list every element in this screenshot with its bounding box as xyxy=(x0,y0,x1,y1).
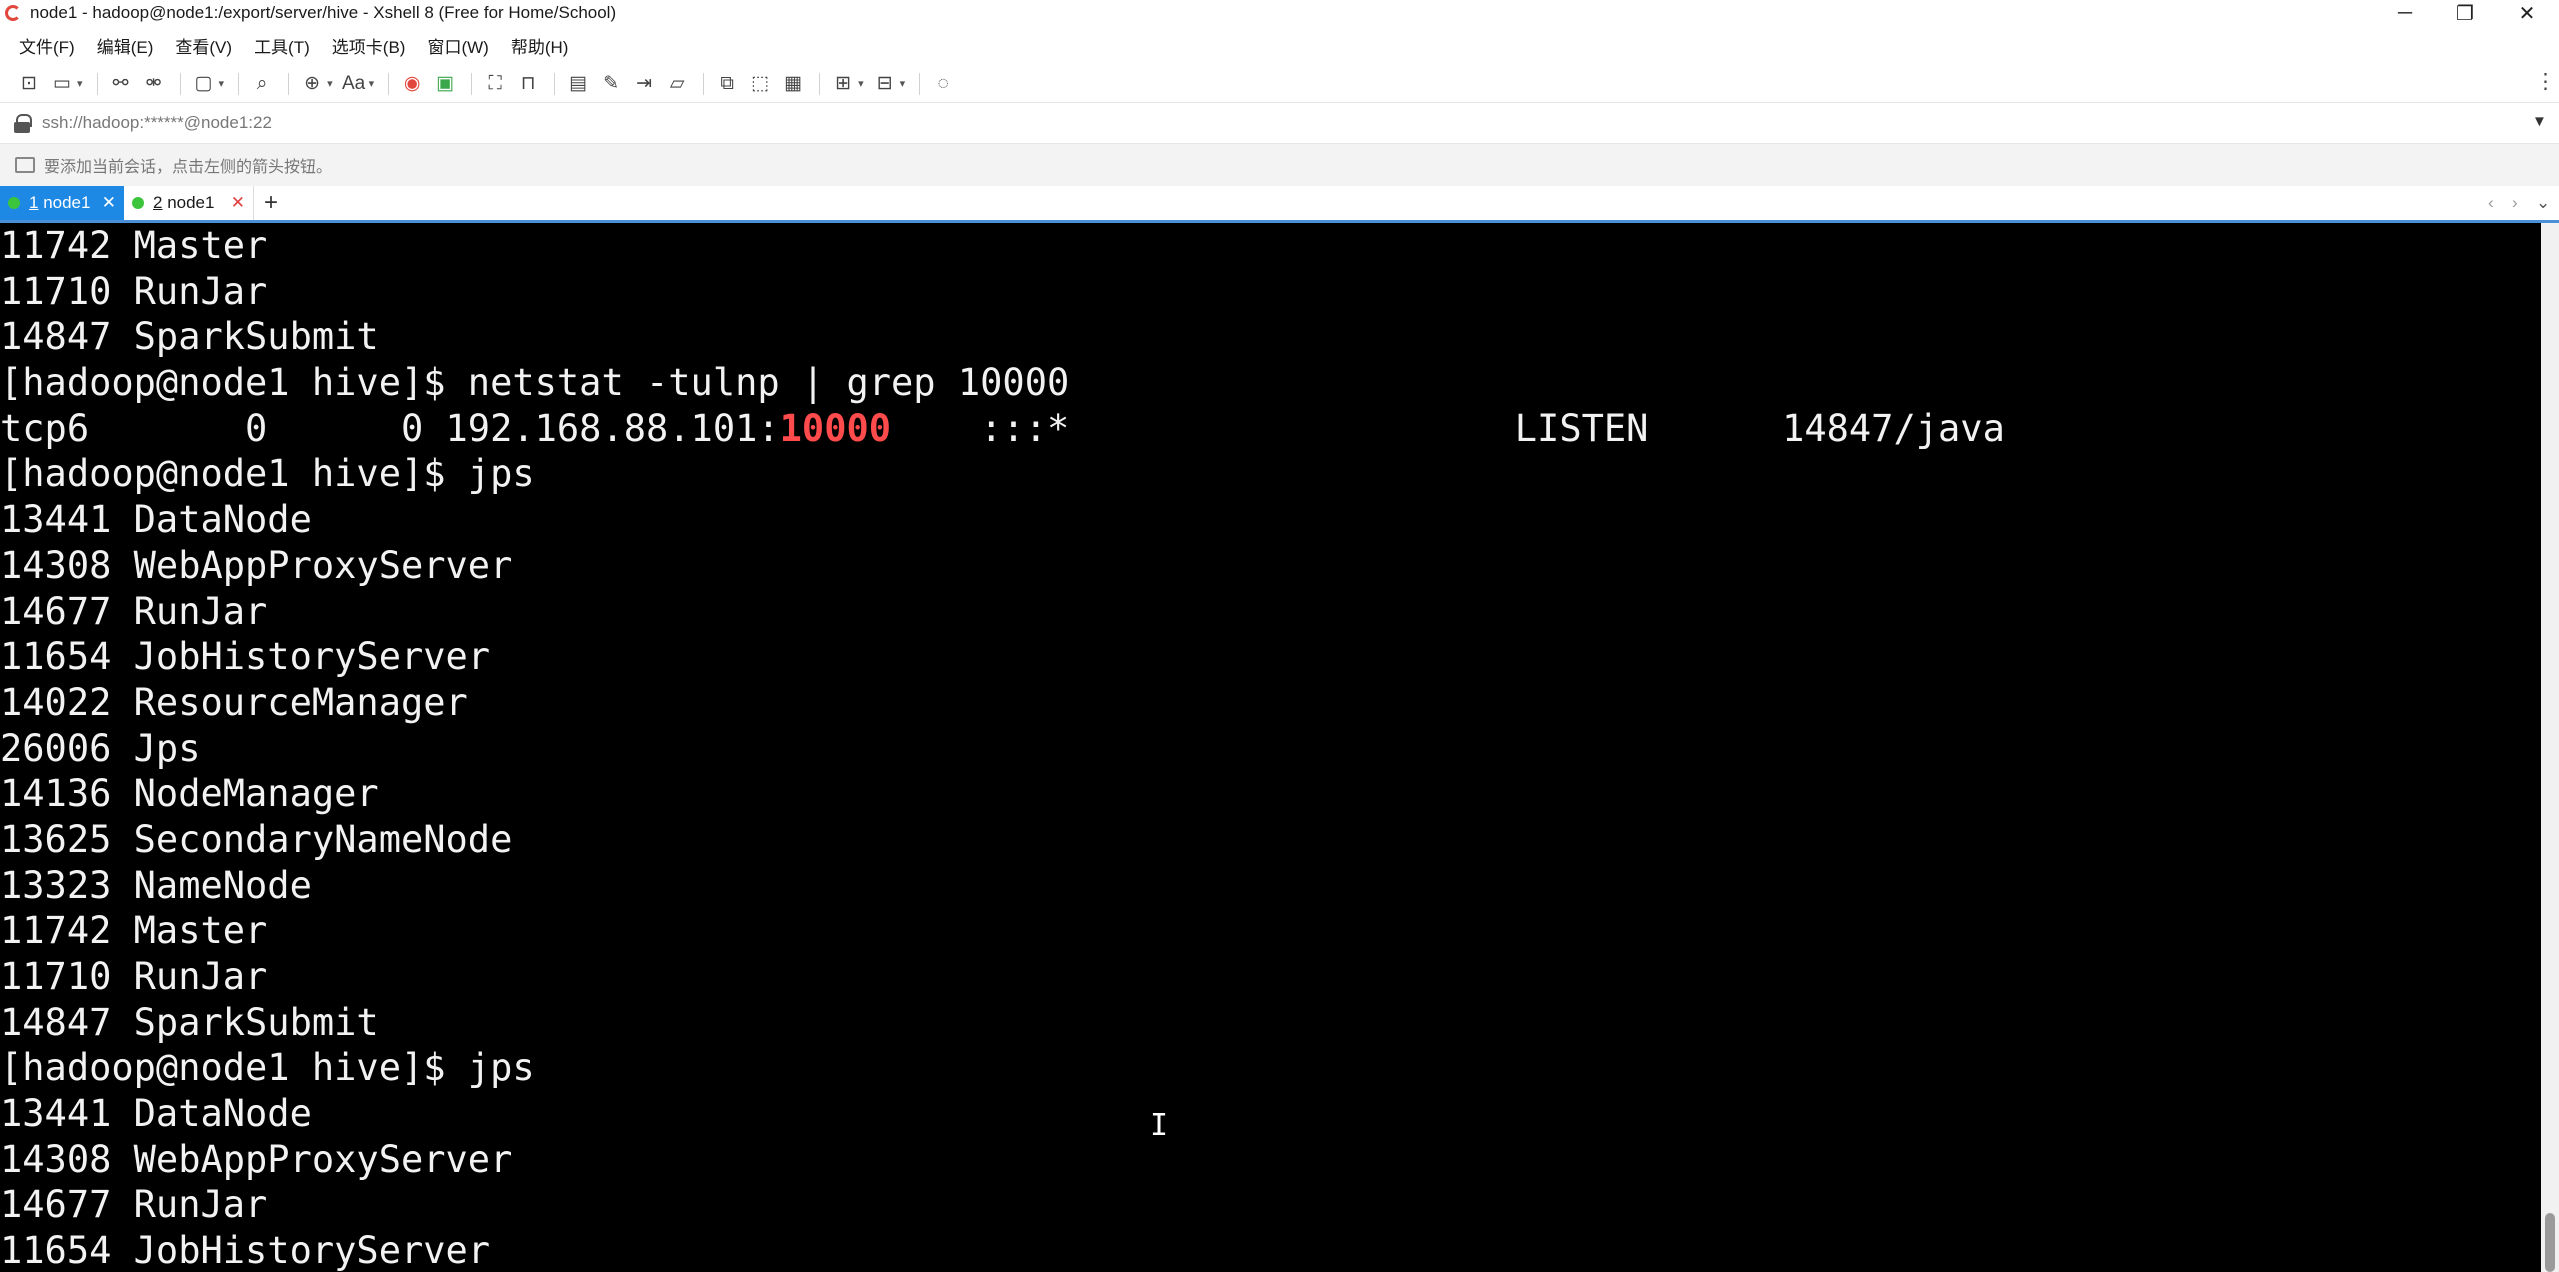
transfer-icon[interactable]: ▦ xyxy=(778,71,808,97)
terminal-line: 13625 SecondaryNameNode xyxy=(0,817,513,861)
tab-bar: 1 node1 ✕ 2 node1 ✕ + ‹ › ⌄ xyxy=(0,186,2559,223)
new-tab-icon[interactable]: ⊞ xyxy=(828,71,858,97)
globe-icon[interactable]: ⊕ xyxy=(297,71,327,97)
terminal-line: 14847 SparkSubmit xyxy=(0,315,379,359)
menu-file[interactable]: 文件(F) xyxy=(8,33,86,58)
tab-label: 2 node1 xyxy=(153,193,215,212)
terminal-line: 14308 WebAppProxyServer xyxy=(0,543,513,587)
terminal-line: 11742 Master xyxy=(0,224,268,267)
terminal-line: 13323 NameNode xyxy=(0,863,312,907)
lock-icon[interactable]: ⊓ xyxy=(513,71,543,97)
new-window-icon[interactable]: ▢ xyxy=(189,71,219,97)
xshell-logo-icon xyxy=(5,5,21,21)
tunnel-icon[interactable]: ⧉ xyxy=(712,71,742,97)
terminal-line: 11654 JobHistoryServer xyxy=(0,1229,491,1272)
restore-button[interactable]: ❐ xyxy=(2434,0,2496,26)
address-bar: ▼ xyxy=(0,102,2559,144)
add-session-icon[interactable] xyxy=(15,157,35,173)
more-options-icon[interactable]: ⋮ xyxy=(2535,69,2556,94)
open-session-icon[interactable]: ▭ xyxy=(47,71,77,97)
xshell-plus-icon[interactable]: ▣ xyxy=(430,71,460,97)
menu-window[interactable]: 窗口(W) xyxy=(416,33,499,58)
tab-label: 1 node1 xyxy=(29,193,91,212)
terminal-line: [hadoop@node1 hive]$ jps xyxy=(0,452,535,496)
connected-status-icon xyxy=(8,197,20,209)
fullscreen-icon[interactable]: ⛶ xyxy=(480,71,510,97)
terminal-line: 11654 JobHistoryServer xyxy=(0,635,491,679)
minimize-button[interactable]: ─ xyxy=(2374,0,2436,26)
script-icon[interactable]: ⇥ xyxy=(629,71,659,97)
compose-bar-icon[interactable]: ▤ xyxy=(563,71,593,97)
terminal-line: 11710 RunJar xyxy=(0,269,268,313)
menu-tabs[interactable]: 选项卡(B) xyxy=(321,33,417,58)
menu-help[interactable]: 帮助(H) xyxy=(500,33,580,58)
hint-text: 要添加当前会话，点击左侧的箭头按钮。 xyxy=(44,159,333,176)
terminal-line: 13441 DataNode xyxy=(0,498,312,542)
window-title: node1 - hadoop@node1:/export/server/hive… xyxy=(30,3,617,22)
terminal-line: 11710 RunJar xyxy=(0,955,268,998)
text-cursor-icon: I xyxy=(1150,1108,1169,1143)
connected-status-icon xyxy=(132,197,144,209)
terminal-line: [hadoop@node1 hive]$ jps xyxy=(0,1046,535,1090)
font-icon[interactable]: Aa xyxy=(339,71,369,97)
chat-icon[interactable]: ◌ xyxy=(928,71,958,97)
terminal-line: 14136 NodeManager xyxy=(0,772,379,816)
address-dropdown-icon[interactable]: ▼ xyxy=(2532,113,2547,130)
menu-edit[interactable]: 编辑(E) xyxy=(86,33,165,58)
scrollbar-thumb[interactable] xyxy=(2545,1213,2555,1272)
menu-bar: 文件(F) 编辑(E) 查看(V) 工具(T) 选项卡(B) 窗口(W) 帮助(… xyxy=(0,26,2559,65)
close-tab-icon[interactable]: ✕ xyxy=(231,193,245,213)
terminal-line: 14308 WebAppProxyServer xyxy=(0,1137,513,1181)
terminal-line: 14677 RunJar xyxy=(0,1183,268,1227)
add-tab-icon[interactable]: + xyxy=(254,186,288,220)
chevron-right-icon[interactable]: › xyxy=(2512,186,2518,220)
address-input[interactable] xyxy=(42,113,2442,133)
close-window-button[interactable]: ✕ xyxy=(2496,0,2558,26)
grep-match-highlight: 10000 xyxy=(779,406,892,450)
toolbar: ⊡ ▭ ▾ ⚯ ⚮ ▢ ▾ ⌕ ⊕ ▾ Aa ▾ ◉ ▣ ⛶ ⊓ ▤ ✎ ⇥ ▱ ⧉ ⬚… xyxy=(0,65,2559,102)
tab-node1-1[interactable]: 1 node1 ✕ xyxy=(0,186,124,220)
xftp-icon[interactable]: ◉ xyxy=(397,71,427,97)
terminal-output[interactable]: 11742 Master 11710 RunJar 14847 SparkSub… xyxy=(0,223,2559,1272)
terminal-line: 11742 Master xyxy=(0,909,268,953)
chevron-left-icon[interactable]: ‹ xyxy=(2488,186,2494,220)
edit-icon[interactable]: ▱ xyxy=(662,71,692,97)
menu-view[interactable]: 查看(V) xyxy=(164,33,243,58)
layout-icon[interactable]: ⊟ xyxy=(870,71,900,97)
new-session-icon[interactable]: ⊡ xyxy=(14,71,44,97)
tab-node1-2[interactable]: 2 node1 ✕ xyxy=(124,186,254,220)
connect-icon[interactable]: ⚯ xyxy=(106,71,136,97)
terminal-line: 13441 DataNode xyxy=(0,1092,312,1136)
log-icon[interactable]: ⬚ xyxy=(745,71,775,97)
close-tab-icon[interactable]: ✕ xyxy=(102,193,116,213)
highlight-icon[interactable]: ✎ xyxy=(596,71,626,97)
terminal-line: tcp6 0 0 192.168.88.101:10000 :::* LISTE… xyxy=(0,406,2005,450)
terminal-line: [hadoop@node1 hive]$ netstat -tulnp | gr… xyxy=(0,361,1070,405)
menu-tools[interactable]: 工具(T) xyxy=(243,33,321,58)
terminal-line: 14847 SparkSubmit xyxy=(0,1000,379,1044)
quick-commands-bar: 要添加当前会话，点击左侧的箭头按钮。 xyxy=(0,144,2559,186)
chevron-down-icon[interactable]: ⌄ xyxy=(2536,186,2550,220)
terminal-line: 26006 Jps xyxy=(0,726,201,770)
title-bar: node1 - hadoop@node1:/export/server/hive… xyxy=(0,0,2559,26)
terminal-line: 14022 ResourceManager xyxy=(0,680,468,724)
disconnect-icon[interactable]: ⚮ xyxy=(139,71,169,97)
terminal-line: 14677 RunJar xyxy=(0,589,268,633)
terminal-scrollbar[interactable] xyxy=(2541,223,2559,1272)
padlock-icon xyxy=(14,113,32,133)
search-icon[interactable]: ⌕ xyxy=(247,71,277,97)
